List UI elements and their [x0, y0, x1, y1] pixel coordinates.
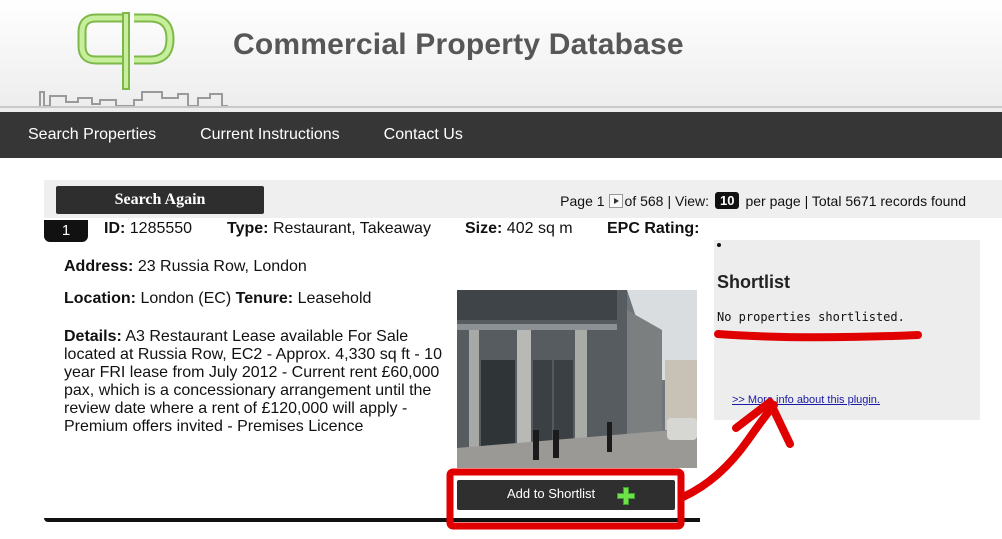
location-value: London (EC): [140, 290, 232, 307]
header-divider: [0, 106, 1002, 108]
property-type: Type: Restaurant, Takeaway: [227, 220, 431, 238]
size-value: 402 sq m: [506, 220, 573, 237]
add-to-shortlist-label: Add to Shortlist: [507, 486, 596, 501]
property-details: Details: A3 Restaurant Lease available F…: [64, 328, 454, 436]
address-label: Address:: [64, 258, 134, 275]
epc-rating: EPC Rating:: [607, 220, 699, 238]
site-title: Commercial Property Database: [233, 28, 684, 61]
id-value: 1285550: [129, 220, 193, 237]
shortlist-widget: Shortlist No properties shortlisted. >> …: [714, 240, 980, 420]
listing-number-badge: 1: [44, 220, 88, 242]
property-address: Address: 23 Russia Row, London: [64, 258, 307, 276]
property-photo[interactable]: [457, 290, 697, 468]
tenure-label: Tenure:: [235, 290, 294, 307]
main-nav: Search Properties Current Instructions C…: [0, 112, 1002, 158]
location-label: Location:: [64, 290, 136, 307]
site-header: Commercial Property Database: [0, 0, 1002, 112]
page-number: Page 1: [560, 192, 605, 209]
per-page-total-label: per page | Total 5671 records found: [745, 192, 966, 209]
listing-bottom-border: [44, 518, 700, 522]
nav-contact-us[interactable]: Contact Us: [384, 126, 463, 144]
view-label: | View:: [667, 192, 709, 209]
add-to-shortlist-button[interactable]: Add to Shortlist: [457, 480, 675, 510]
shortlist-empty-message: No properties shortlisted.: [717, 310, 905, 324]
nav-search-properties[interactable]: Search Properties: [28, 126, 156, 144]
property-location: Location: London (EC) Tenure: Leasehold: [64, 290, 371, 308]
type-label: Type:: [227, 220, 269, 237]
size-label: Size:: [465, 220, 503, 237]
plugin-info-link[interactable]: >> More info about this plugin.: [732, 394, 880, 406]
pagination: Page 1 of 568 | View: 10 per page | Tota…: [560, 192, 966, 209]
cpd-logo[interactable]: [38, 6, 228, 110]
next-page-icon[interactable]: [608, 193, 623, 208]
nav-current-instructions[interactable]: Current Instructions: [200, 126, 340, 144]
results-toolbar: Search Again Page 1 of 568 | View: 10 pe…: [44, 180, 1002, 218]
shortlist-title: Shortlist: [717, 272, 791, 292]
property-id: ID: 1285550: [104, 220, 192, 238]
property-listing: 1 ID: 1285550 Type: Restaurant, Takeaway…: [44, 218, 700, 524]
page-total: of 568: [624, 192, 664, 209]
search-again-button[interactable]: Search Again: [56, 186, 264, 214]
property-size: Size: 402 sq m: [465, 220, 573, 238]
address-value: 23 Russia Row, London: [137, 258, 307, 275]
view-count-select[interactable]: 10: [714, 192, 740, 209]
plus-icon: [617, 487, 635, 505]
type-value: Restaurant, Takeaway: [272, 220, 431, 237]
page: Commercial Property Database Search Prop…: [0, 0, 1002, 539]
details-label: Details:: [64, 328, 122, 345]
bullet-icon: [717, 243, 721, 247]
epc-label: EPC Rating:: [607, 220, 700, 237]
id-label: ID:: [104, 220, 126, 237]
tenure-value: Leasehold: [297, 290, 372, 307]
